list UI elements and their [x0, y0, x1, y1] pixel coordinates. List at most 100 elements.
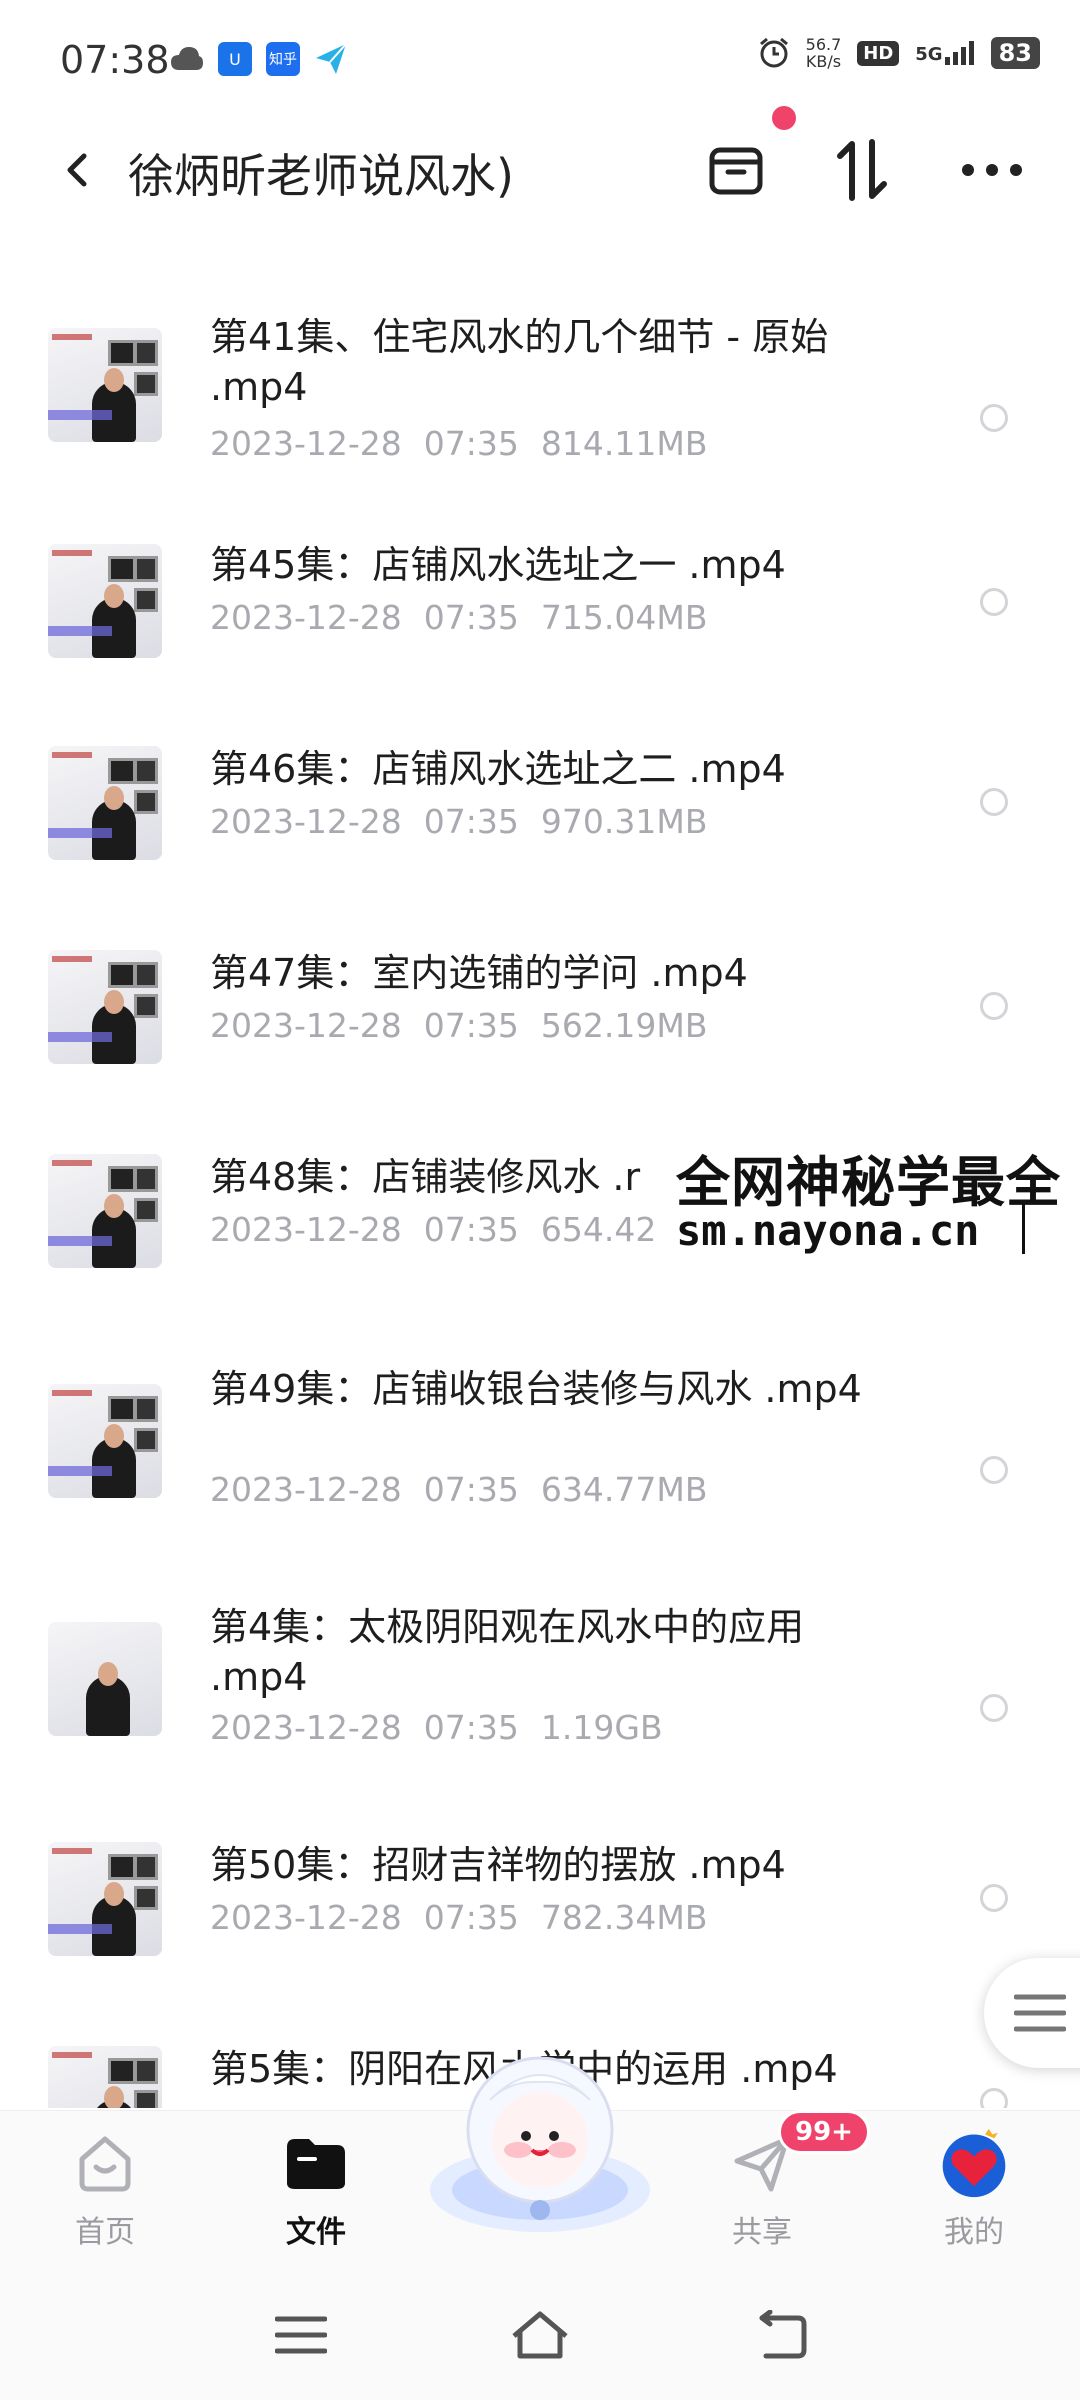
system-navigation-bar: [0, 2260, 1080, 2400]
tab-label: 文件: [286, 2215, 346, 2250]
video-thumbnail: [48, 544, 162, 658]
file-row[interactable]: 第49集：店铺收银台装修与风水 .mp4 2023-12-28 07:35 634.…: [0, 1366, 1080, 1546]
file-date: 2023-12-28: [210, 424, 402, 463]
video-thumbnail: [48, 746, 162, 860]
file-row[interactable]: 第4集：太极阴阳观在风水中的应用 .mp4 2023-12-28 07:35 1.1…: [0, 1604, 1080, 1784]
file-meta: 2023-12-28 07:35 654.42: [210, 1210, 656, 1249]
status-right: 56.7 KB/s HD 5G 83: [758, 36, 1040, 70]
app-notification-icon: U: [218, 42, 252, 76]
tab-me[interactable]: 我的: [894, 2111, 1054, 2261]
video-thumbnail: [48, 1842, 162, 1956]
select-radio[interactable]: [980, 788, 1008, 816]
file-meta: 2023-12-28 07:35 715.04MB: [210, 598, 707, 637]
file-meta: 2023-12-28 07:35 634.77MB: [210, 1470, 707, 1509]
network-type: 5G: [915, 41, 974, 65]
home-button[interactable]: [505, 2300, 575, 2370]
file-time: 07:35: [423, 424, 519, 463]
more-options-button[interactable]: [952, 130, 1032, 210]
file-meta: 2023-12-28 07:35 782.34MB: [210, 1898, 707, 1937]
video-thumbnail: [48, 1622, 162, 1736]
back-button[interactable]: [50, 140, 110, 200]
video-thumbnail: [48, 1384, 162, 1498]
file-row[interactable]: 第45集：店铺风水选址之一 .mp4 2023-12-28 07:35 715.04…: [0, 542, 1080, 692]
file-time: 07:35: [423, 1210, 519, 1249]
file-name: 第45集：店铺风水选址之一 .mp4: [210, 543, 786, 587]
battery-indicator: 83: [990, 37, 1040, 69]
file-row[interactable]: 第46集：店铺风水选址之二 .mp4 2023-12-28 07:35 970.31…: [0, 746, 1080, 896]
file-meta: 2023-12-28 07:35 562.19MB: [210, 1006, 707, 1045]
file-date: 2023-12-28: [210, 802, 402, 841]
watermark-line2: sm.nayona.cn: [676, 1206, 980, 1255]
top-app-bar: 徐炳昕老师说风水): [0, 120, 1080, 230]
video-thumbnail: [48, 328, 162, 442]
select-radio[interactable]: [980, 1694, 1008, 1722]
file-size: 814.11MB: [540, 424, 708, 463]
status-time: 07:38: [60, 38, 170, 82]
recent-apps-button[interactable]: [266, 2300, 336, 2370]
network-speed: 56.7 KB/s: [806, 36, 842, 70]
home-icon: [70, 2129, 140, 2199]
tab-files[interactable]: 文件: [236, 2111, 396, 2261]
file-time: 07:35: [423, 1470, 519, 1509]
back-nav-button[interactable]: [745, 2300, 815, 2370]
file-meta: 2023-12-28 07:35 814.11MB: [210, 424, 707, 463]
video-thumbnail: [48, 1154, 162, 1268]
mascot-icon: [430, 2056, 650, 2232]
tab-label: 共享: [732, 2215, 792, 2250]
file-time: 07:35: [423, 802, 519, 841]
home-outline-icon: [512, 2311, 568, 2359]
select-radio[interactable]: [980, 2088, 1008, 2108]
network-type-label: 5G: [915, 44, 943, 65]
tab-home[interactable]: 首页: [25, 2111, 185, 2261]
cloud-icon: [171, 47, 203, 70]
file-name: 第4集：太极阴阳观在风水中的应用 .mp4: [210, 1605, 805, 1699]
share-badge: 99+: [778, 2110, 870, 2154]
chevron-left-icon: [67, 153, 87, 187]
file-date: 2023-12-28: [210, 598, 402, 637]
file-name: 第41集、住宅风水的几个细节 - 原始 .mp4: [210, 315, 829, 409]
signal-icon: [944, 41, 974, 65]
zhihu-icon: 知乎: [266, 42, 300, 76]
sort-arrows-icon: [837, 139, 887, 201]
status-bar: 07:38 U 知乎 56.7 KB/s HD 5G 83: [0, 0, 1080, 120]
file-size: 970.31MB: [540, 802, 708, 841]
file-time: 07:35: [423, 598, 519, 637]
file-name: 第47集：室内选铺的学问 .mp4: [210, 951, 748, 995]
hamburger-icon: [1014, 1994, 1066, 2032]
file-date: 2023-12-28: [210, 1898, 402, 1937]
mascot-assistant-button[interactable]: [420, 2040, 660, 2240]
back-arrow-icon: [759, 2310, 807, 2359]
file-name: 第49集：店铺收银台装修与风水 .mp4: [210, 1367, 862, 1411]
select-radio[interactable]: [980, 588, 1008, 616]
file-size: 654.42: [540, 1210, 657, 1249]
speed-value: 56.7: [805, 35, 842, 54]
sort-button[interactable]: [822, 130, 902, 210]
file-meta: 2023-12-28 07:35 970.31MB: [210, 802, 707, 841]
archive-button[interactable]: [696, 130, 776, 210]
page-title: 徐炳昕老师说风水): [128, 149, 514, 203]
file-name: 第50集：招财吉祥物的摆放 .mp4: [210, 1843, 786, 1887]
file-time: 07:35: [423, 1006, 519, 1045]
avatar-icon: [939, 2129, 1009, 2199]
video-thumbnail: [48, 2046, 162, 2108]
tab-label: 首页: [75, 2215, 135, 2250]
menu-lines-icon: [275, 2316, 327, 2354]
file-size: 634.77MB: [540, 1470, 708, 1509]
file-meta: 2023-12-28 07:35 1.19GB: [210, 1708, 663, 1747]
select-radio[interactable]: [980, 1884, 1008, 1912]
file-size: 715.04MB: [540, 598, 708, 637]
file-date: 2023-12-28: [210, 1470, 402, 1509]
file-date: 2023-12-28: [210, 1006, 402, 1045]
file-time: 07:35: [423, 1708, 519, 1747]
file-row[interactable]: 第41集、住宅风水的几个细节 - 原始 .mp4 2023-12-28 07:35…: [0, 312, 1080, 492]
select-radio[interactable]: [980, 992, 1008, 1020]
file-size: 1.19GB: [540, 1708, 663, 1747]
file-date: 2023-12-28: [210, 1708, 402, 1747]
select-radio[interactable]: [980, 404, 1008, 432]
file-row[interactable]: 第50集：招财吉祥物的摆放 .mp4 2023-12-28 07:35 782.34…: [0, 1842, 1080, 1992]
file-time: 07:35: [423, 1898, 519, 1937]
file-name: 第46集：店铺风水选址之二 .mp4: [210, 747, 786, 791]
hd-badge: HD: [857, 40, 900, 66]
file-row[interactable]: 第47集：室内选铺的学问 .mp4 2023-12-28 07:35 562.19M…: [0, 950, 1080, 1100]
select-radio[interactable]: [980, 1456, 1008, 1484]
